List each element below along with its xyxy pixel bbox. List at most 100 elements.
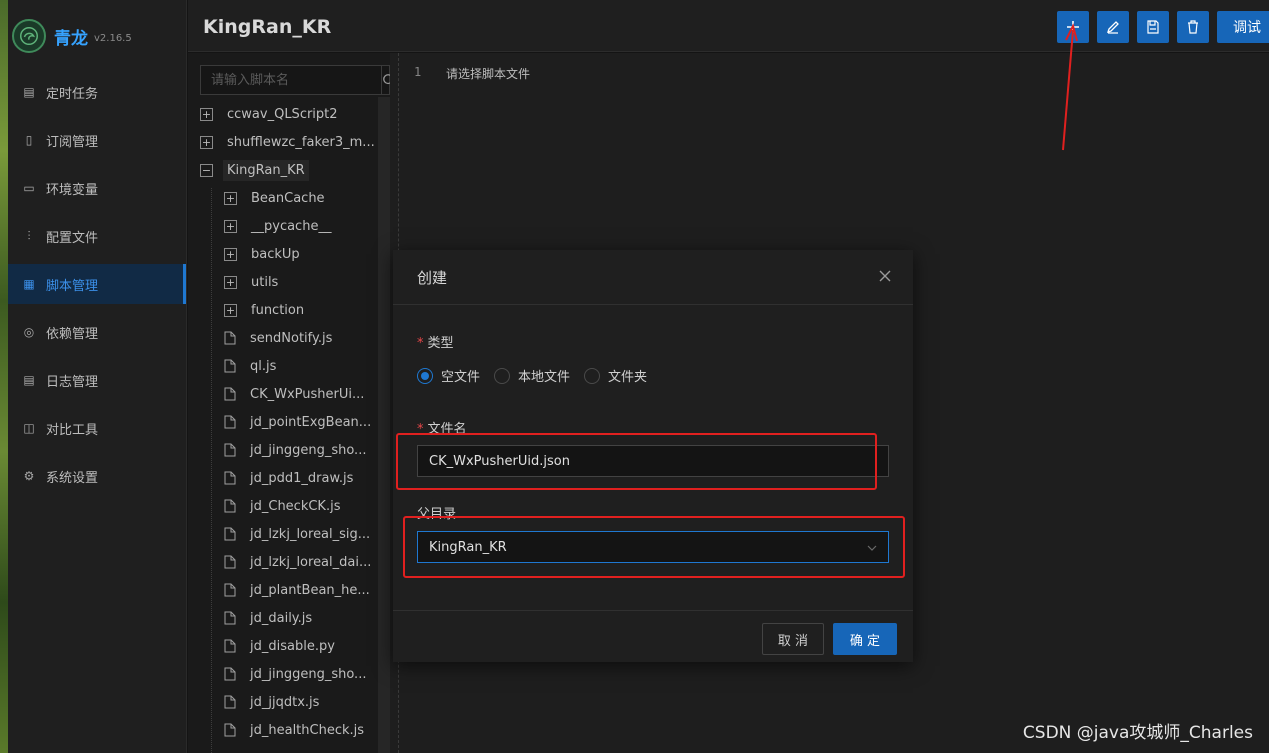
tree-folder-item[interactable]: + BeanCache [200,184,378,212]
file-icon[interactable] [224,639,236,653]
tree-file-item[interactable]: ql.js [200,352,378,380]
tree-file-item[interactable]: sendNotify.js [200,324,378,352]
diff-icon: ◫ [23,421,35,435]
expand-icon[interactable]: + [200,135,213,149]
type-radio-1[interactable]: 本地文件 [494,366,570,385]
type-radio-0[interactable]: 空文件 [417,366,480,385]
expand-icon[interactable]: + [200,107,213,121]
tree-folder-item[interactable]: + utils [200,268,378,296]
sidebar-item-0[interactable]: ▤ 定时任务 [8,72,186,112]
sidebar-item-2[interactable]: ▭ 环境变量 [8,168,186,208]
expand-icon[interactable]: + [224,303,237,317]
sidebar-item-label: 订阅管理 [46,134,99,150]
annotation-arrow-icon [1062,23,1078,151]
app-title: 青龙 [54,28,88,49]
sidebar-item-label: 系统设置 [46,470,99,486]
save-button[interactable] [1137,11,1169,43]
type-radio-2[interactable]: 文件夹 [584,366,647,385]
sidebar-item-label: 配置文件 [46,230,99,246]
file-icon[interactable] [224,583,236,597]
debug-button[interactable]: 调试 [1217,11,1269,43]
qinglong-logo-icon [12,19,46,53]
tree-file-item[interactable]: jd_plantBean_he... [200,576,378,604]
sidebar-item-6[interactable]: ▤ 日志管理 [8,360,186,400]
radio-circle-icon[interactable] [417,367,433,384]
file-icon[interactable] [224,527,236,541]
ok-button[interactable]: 确 定 [833,623,897,655]
file-icon[interactable] [224,695,236,709]
page-header: KingRan_KR 调试 [188,0,1269,52]
tree-folder-item[interactable]: + shufflewzc_faker3_m... [200,128,378,156]
watermark: CSDN @java攻城师_Charles [1022,723,1253,743]
radio-circle-icon[interactable] [584,367,601,384]
file-icon[interactable] [224,555,236,569]
type-radio-group: 空文件 本地文件 文件夹 [417,366,661,385]
tree-file-item[interactable]: jd_CheckCK.js [200,492,378,520]
file-icon[interactable] [224,331,236,345]
tree-folder-item[interactable]: + backUp [200,240,378,268]
sidebar-item-7[interactable]: ◫ 对比工具 [8,408,186,448]
tree-file-item[interactable]: jd_daily.js [200,604,378,632]
file-icon[interactable] [224,611,236,625]
editor-placeholder-text: 请选择脚本文件 [446,67,531,81]
expand-icon[interactable]: + [224,275,237,289]
tree-folder-item[interactable]: − KingRan_KR [200,156,378,184]
expand-icon[interactable]: + [224,191,237,205]
tree-item-label: jd_pdd1_draw.js [250,470,354,486]
collapse-icon[interactable]: − [200,163,213,177]
sidebar-menu: ▤ 定时任务 ▯ 订阅管理 ▭ 环境变量 ⫶ 配置文件 ▦ 脚本管理 ◎ 依赖管理 ▤ 日志管理 ◫ 对比工具… [8,72,186,496]
script-search-box [200,65,396,95]
script-search-input[interactable] [201,66,381,94]
file-icon[interactable] [224,443,236,457]
sidebar-item-4[interactable]: ▦ 脚本管理 [8,264,186,304]
radio-circle-icon[interactable] [494,367,511,384]
tree-item-label: backUp [251,246,300,262]
tree-folder-item[interactable]: + __pycache__ [200,212,378,240]
tree-scrollbar[interactable] [378,97,390,753]
tree-file-item[interactable]: jd_healthCheck.js [200,716,378,744]
sliders-icon: ⫶ [27,228,31,243]
file-icon[interactable] [224,359,236,373]
delete-button[interactable] [1177,11,1209,43]
tree-file-item[interactable]: CK_WxPusherUi... [200,380,378,408]
tree-file-item[interactable]: jd_pdd1_draw.js [200,464,378,492]
cancel-button[interactable]: 取 消 [762,623,824,655]
tree-item-label: __pycache__ [251,218,332,234]
tree-folder-item[interactable]: + function [200,296,378,324]
tree-item-label: jd_jinggeng_sho... [250,442,367,458]
edit-button[interactable] [1097,11,1129,43]
tree-file-item[interactable]: jd_pointExgBean... [200,408,378,436]
tree-item-label: ccwav_QLScript2 [227,106,338,122]
radio-label: 空文件 [441,370,481,385]
file-icon[interactable] [224,723,236,737]
file-icon[interactable] [224,387,236,401]
tree-file-item[interactable]: jd_jinggeng_sho... [200,436,378,464]
tree-file-item[interactable]: jd_lzkj_loreal_dai... [200,548,378,576]
tree-item-label: CK_WxPusherUi... [250,386,365,402]
file-icon[interactable] [224,667,236,681]
modal-title: 创建 [417,268,448,287]
logo-row: 青龙 v2.16.5 [8,0,186,72]
page-title: KingRan_KR [203,16,332,38]
sidebar-item-3[interactable]: ⫶ 配置文件 [8,216,186,256]
tree-file-item[interactable]: jd_disable.py [200,632,378,660]
expand-icon[interactable]: + [224,219,237,233]
type-label: * 类型 [417,336,454,351]
sidebar-item-5[interactable]: ◎ 依赖管理 [8,312,186,352]
tree-file-item[interactable]: jd_jjqdtx.js [200,688,378,716]
sidebar-item-8[interactable]: ⚙ 系统设置 [8,456,186,496]
sidebar-item-1[interactable]: ▯ 订阅管理 [8,120,186,160]
file-icon[interactable] [224,471,236,485]
tree-file-item[interactable]: jd_jinggeng_sho... [200,660,378,688]
tree-file-item[interactable]: jd_lzkj_loreal_sig... [200,520,378,548]
file-icon[interactable] [224,415,236,429]
tree-item-label: jd_jinggeng_sho... [250,666,367,682]
sidebar-item-label: 脚本管理 [46,278,99,294]
file-icon[interactable] [224,499,236,513]
dependency-icon: ◎ [23,325,35,339]
expand-icon[interactable]: + [224,247,237,261]
line-number: 1 [414,65,422,79]
annotation-box-filename [396,433,877,490]
close-icon[interactable] [877,268,893,284]
tree-folder-item[interactable]: + ccwav_QLScript2 [200,100,378,128]
